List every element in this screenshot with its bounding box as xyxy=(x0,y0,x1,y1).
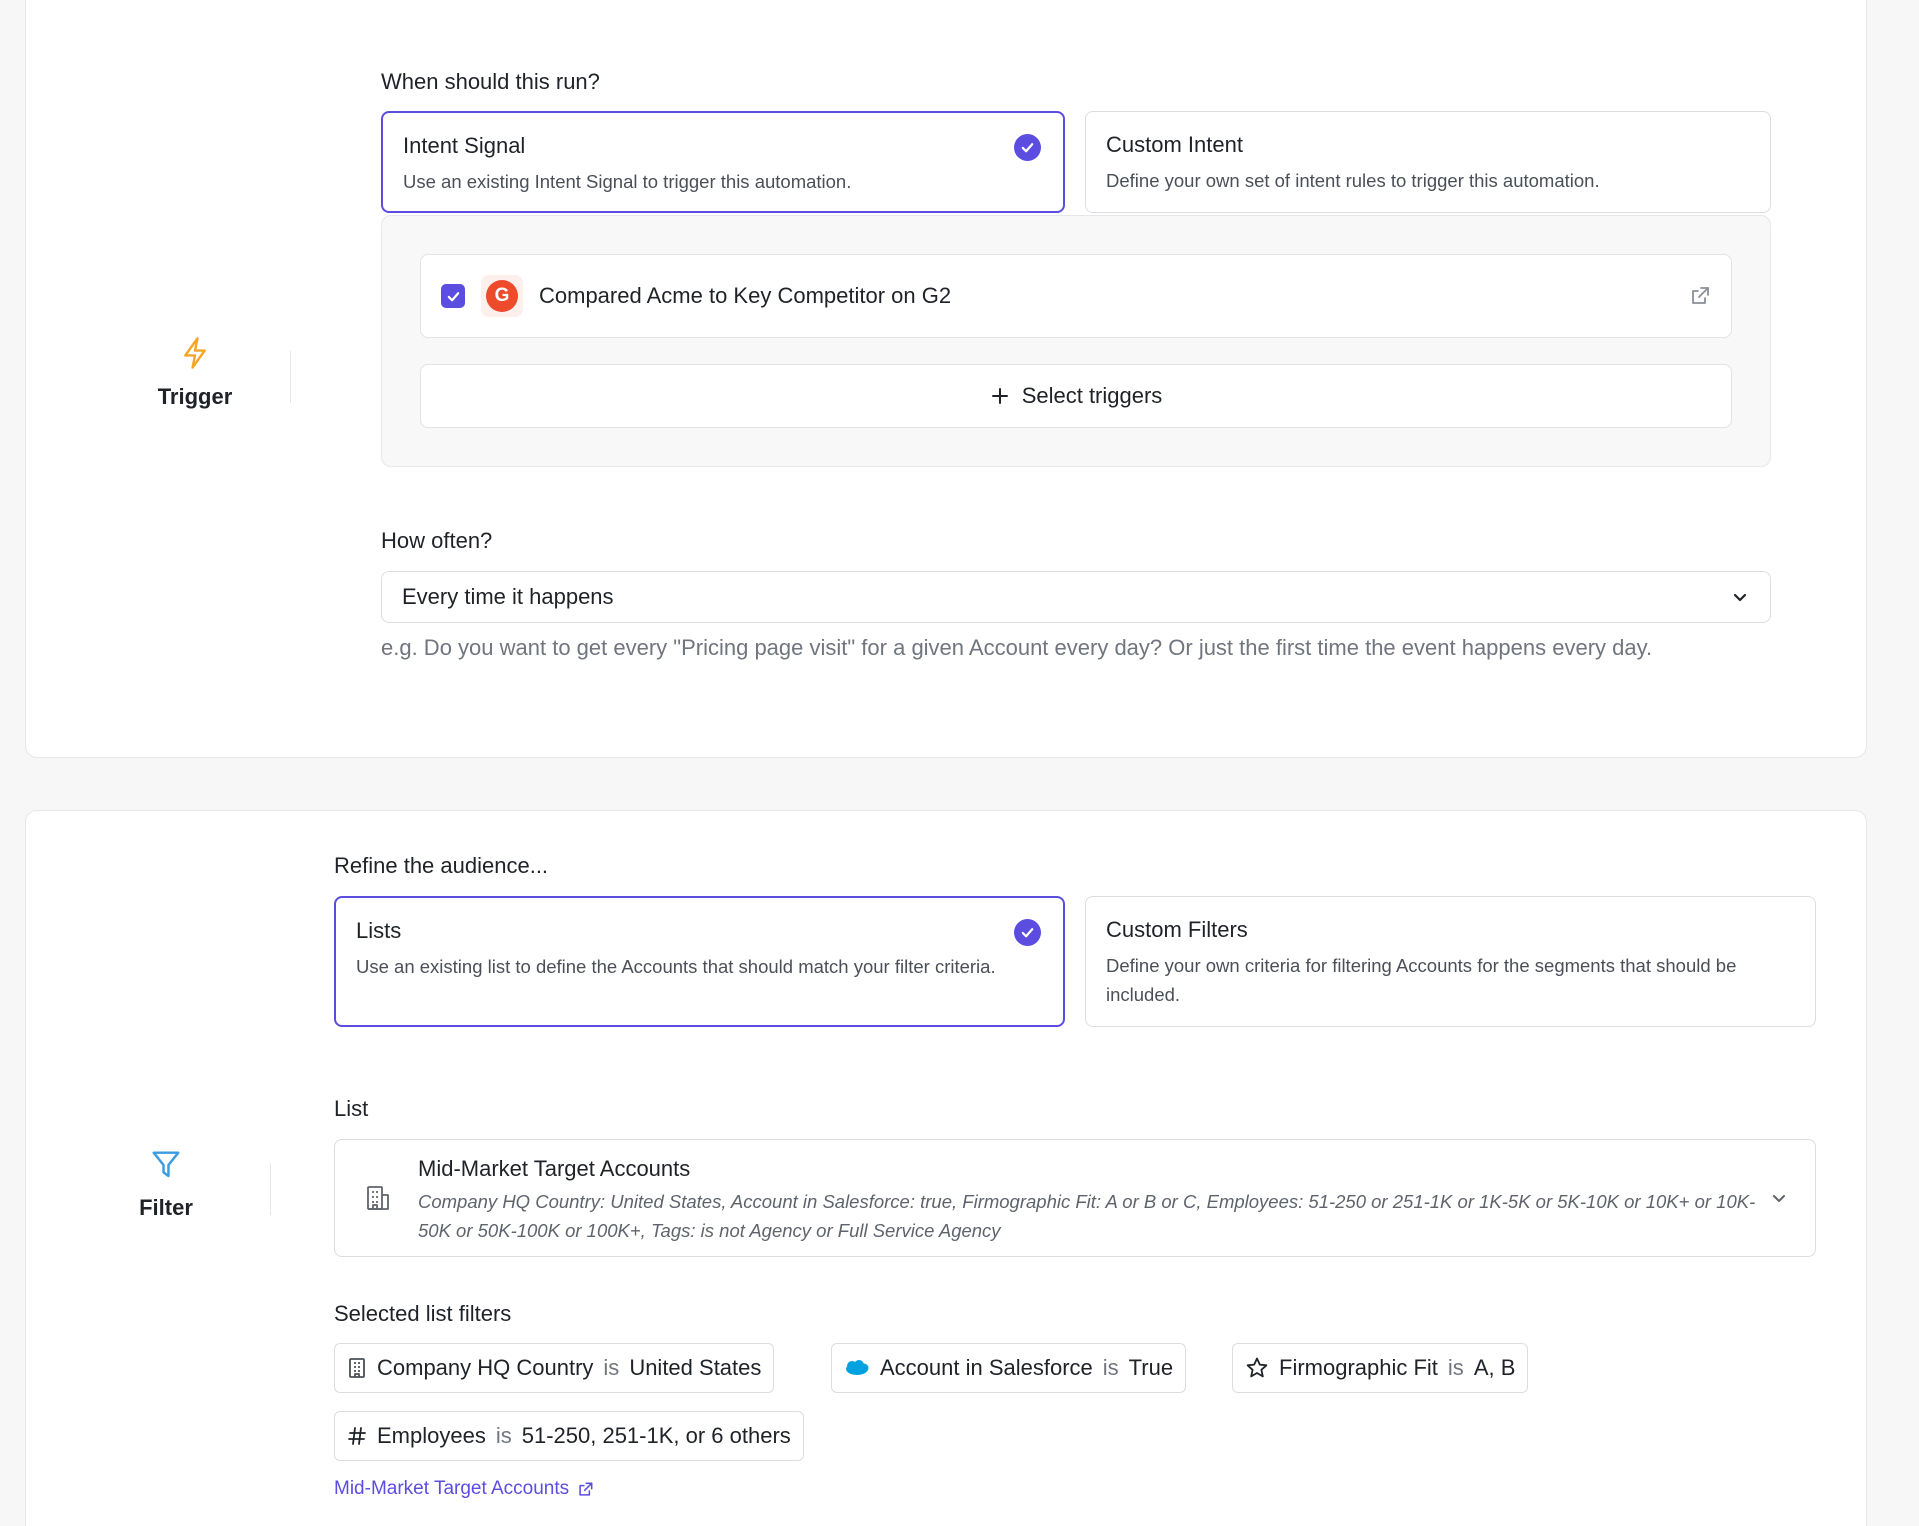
option-description: Define your own set of intent rules to t… xyxy=(1106,170,1600,191)
filter-section-header: Filter xyxy=(91,1149,241,1221)
funnel-icon xyxy=(152,1151,180,1178)
chevron-down-icon xyxy=(1730,587,1750,607)
filter-side-divider xyxy=(270,1163,271,1215)
filter-chip-salesforce[interactable]: Account in Salesforce is True xyxy=(831,1343,1187,1393)
salesforce-icon xyxy=(844,1359,870,1377)
building-icon xyxy=(365,1184,391,1217)
option-description: Define your own criteria for filtering A… xyxy=(1106,955,1737,1005)
chip-field: Employees xyxy=(377,1423,486,1448)
chip-value: United States xyxy=(629,1355,762,1380)
chip-value: True xyxy=(1128,1355,1174,1380)
selected-trigger-row: G Compared Acme to Key Competitor on G2 xyxy=(420,254,1732,338)
chevron-down-icon xyxy=(1769,1188,1789,1213)
filter-chip-country[interactable]: Company HQ Country is United States xyxy=(334,1343,775,1393)
check-circle-icon xyxy=(1014,919,1041,946)
frequency-question: How often? xyxy=(381,528,493,553)
select-triggers-button[interactable]: Select triggers xyxy=(420,364,1732,428)
trigger-side-divider xyxy=(290,351,291,403)
select-triggers-label: Select triggers xyxy=(1021,383,1163,408)
trigger-question: When should this run? xyxy=(381,69,600,94)
selected-filters-label: Selected list filters xyxy=(334,1301,512,1326)
trigger-section-label: Trigger xyxy=(157,384,233,409)
trigger-section-header: Trigger xyxy=(120,336,270,410)
plus-icon xyxy=(991,388,1008,404)
chip-operator: is xyxy=(1102,1355,1119,1380)
selected-trigger-name: Compared Acme to Key Competitor on G2 xyxy=(539,283,952,308)
option-description: Use an existing Intent Signal to trigger… xyxy=(403,171,852,192)
option-title: Custom Filters xyxy=(1106,917,1248,942)
list-label: List xyxy=(334,1096,369,1121)
building-icon xyxy=(347,1357,367,1379)
frequency-select[interactable]: Every time it happens xyxy=(381,571,1771,623)
g2-logo-icon: G xyxy=(481,275,523,317)
hash-icon xyxy=(347,1426,367,1446)
list-name: Mid-Market Target Accounts xyxy=(418,1156,691,1181)
option-custom-filters[interactable]: Custom Filters Define your own criteria … xyxy=(1085,896,1816,1027)
star-icon xyxy=(1245,1356,1269,1380)
option-title: Custom Intent xyxy=(1106,132,1243,157)
chip-operator: is xyxy=(603,1355,620,1380)
lightning-icon xyxy=(184,337,206,369)
external-link-icon xyxy=(577,1481,594,1498)
list-select[interactable]: Mid-Market Target Accounts Company HQ Co… xyxy=(334,1139,1816,1257)
chip-field: Company HQ Country xyxy=(377,1355,594,1380)
list-link[interactable]: Mid-Market Target Accounts xyxy=(334,1478,594,1500)
option-description: Use an existing list to define the Accou… xyxy=(356,956,996,977)
chip-value: A, B xyxy=(1473,1355,1516,1380)
chip-value: 51-250, 251-1K, or 6 others xyxy=(521,1423,791,1448)
filter-question: Refine the audience... xyxy=(334,853,549,878)
filter-chip-firmographic[interactable]: Firmographic Fit is A, B xyxy=(1232,1343,1529,1393)
trigger-card: Trigger When should this run? Intent Sig… xyxy=(25,0,1867,758)
option-intent-signal[interactable]: Intent Signal Use an existing Intent Sig… xyxy=(381,111,1065,213)
option-title: Intent Signal xyxy=(403,133,526,158)
option-custom-intent[interactable]: Custom Intent Define your own set of int… xyxy=(1085,111,1771,213)
filter-card: Filter Refine the audience... Lists Use … xyxy=(25,810,1867,1526)
trigger-checkbox[interactable] xyxy=(441,284,465,308)
filter-chip-employees[interactable]: Employees is 51-250, 251-1K, or 6 others xyxy=(334,1411,804,1461)
frequency-value: Every time it happens xyxy=(402,584,614,609)
chip-field: Account in Salesforce xyxy=(880,1355,1093,1380)
frequency-hint: e.g. Do you want to get every "Pricing p… xyxy=(381,635,1653,660)
option-title: Lists xyxy=(356,918,402,943)
chip-operator: is xyxy=(495,1423,512,1448)
external-link-icon[interactable] xyxy=(1689,285,1711,307)
list-description: Company HQ Country: United States, Accou… xyxy=(418,1191,1756,1241)
trigger-selection-panel: G Compared Acme to Key Competitor on G2 … xyxy=(381,215,1771,467)
check-circle-icon xyxy=(1014,134,1041,161)
list-link-label: Mid-Market Target Accounts xyxy=(334,1478,570,1499)
option-lists[interactable]: Lists Use an existing list to define the… xyxy=(334,896,1065,1027)
chip-field: Firmographic Fit xyxy=(1279,1355,1438,1380)
filter-section-label: Filter xyxy=(139,1195,193,1220)
chip-operator: is xyxy=(1447,1355,1464,1380)
